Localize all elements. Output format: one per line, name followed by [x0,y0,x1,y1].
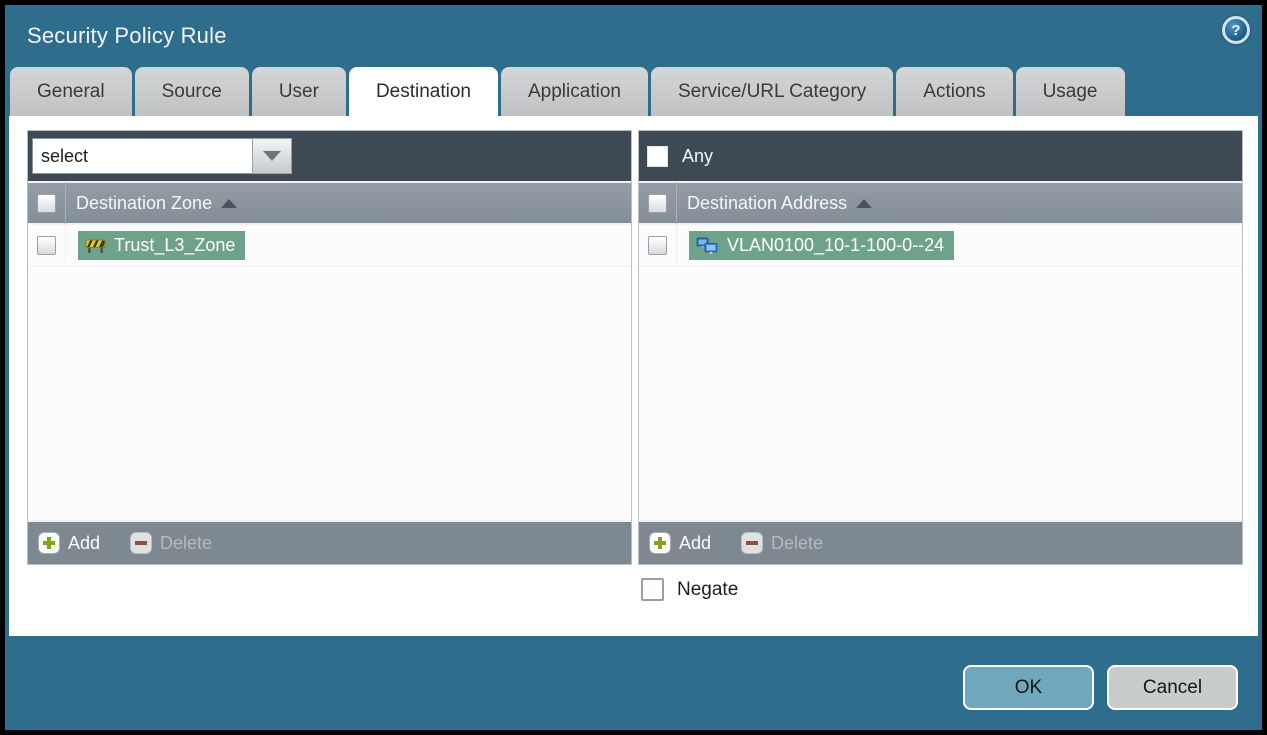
dialog-title: Security Policy Rule [27,23,227,48]
column-divider [676,182,677,224]
delete-icon [741,532,764,554]
tab-application[interactable]: Application [501,67,648,116]
any-label: Any [682,145,714,166]
delete-zone-button[interactable]: Delete [130,532,212,554]
table-row: VLAN0100_10-1-100-0--24 [639,225,1242,267]
add-icon [649,532,671,554]
chevron-down-icon [263,151,281,161]
address-select-all-checkbox[interactable] [648,193,667,213]
zone-item-trust-l3-zone[interactable]: Trust_L3_Zone [78,231,246,260]
negate-label: Negate [677,578,739,600]
tab-destination[interactable]: Destination [348,67,498,116]
destination-address-panel: Any Destination Address VLAN0100_10-1-10… [638,130,1243,565]
delete-label: Delete [160,532,213,553]
address-toolbar: Add Delete [639,520,1242,564]
column-divider [65,225,66,267]
zone-column-label: Destination Zone [76,192,213,213]
tab-general[interactable]: General [10,67,132,116]
dialog-frame: Security Policy Rule ? General Source Us… [5,5,1262,730]
security-policy-rule-dialog: Security Policy Rule ? General Source Us… [0,0,1267,735]
address-item-vlan0100[interactable]: VLAN0100_10-1-100-0--24 [689,231,955,260]
address-row-list: VLAN0100_10-1-100-0--24 [639,225,1242,520]
zone-item-label: Trust_L3_Zone [114,235,236,255]
zone-select-input[interactable] [32,138,252,174]
zone-row-list: Trust_L3_Zone [28,225,631,520]
zone-row-checkbox[interactable] [37,236,56,255]
help-icon[interactable]: ? [1222,16,1250,44]
any-checkbox[interactable] [647,145,668,167]
cancel-button[interactable]: Cancel [1107,665,1238,710]
destination-zone-panel: Destination Zone [27,130,632,565]
zone-column-header[interactable]: Destination Zone [28,182,631,225]
sort-ascending-icon [856,198,873,208]
zone-select-combo [32,138,292,174]
title-bar: Security Policy Rule ? [5,5,1262,67]
zone-select-all-checkbox[interactable] [37,193,56,213]
add-icon [38,532,60,554]
tab-usage[interactable]: Usage [1015,67,1125,116]
address-any-bar: Any [639,131,1242,183]
zone-toolbar: Add Delete [28,520,631,564]
ok-button[interactable]: OK [963,665,1094,710]
zone-select-dropdown-button[interactable] [252,138,292,174]
negate-option: Negate [641,578,738,601]
address-column-label: Destination Address [687,192,848,213]
delete-icon [130,532,153,554]
tab-user[interactable]: User [251,67,346,116]
destination-tab-content: Destination Zone [9,116,1258,636]
column-divider [65,182,66,224]
tab-source[interactable]: Source [134,67,249,116]
add-zone-button[interactable]: Add [38,532,100,554]
tab-actions[interactable]: Actions [896,67,1013,116]
zone-barrier-icon [85,239,106,253]
address-row-checkbox[interactable] [648,236,667,255]
delete-label: Delete [771,532,824,553]
tab-service-url-category[interactable]: Service/URL Category [650,67,894,116]
table-row: Trust_L3_Zone [28,225,631,267]
add-label: Add [68,532,101,553]
delete-address-button[interactable]: Delete [741,532,823,554]
address-column-header[interactable]: Destination Address [639,182,1242,225]
sort-ascending-icon [221,198,238,208]
dialog-footer: OK Cancel [5,636,1262,730]
tab-bar: General Source User Destination Applicat… [5,67,1262,116]
add-label: Add [679,532,712,553]
zone-filter-bar [28,131,631,183]
column-divider [676,225,677,267]
network-address-icon [696,237,718,254]
negate-checkbox[interactable] [641,578,664,601]
address-item-label: VLAN0100_10-1-100-0--24 [727,235,945,255]
add-address-button[interactable]: Add [649,532,711,554]
